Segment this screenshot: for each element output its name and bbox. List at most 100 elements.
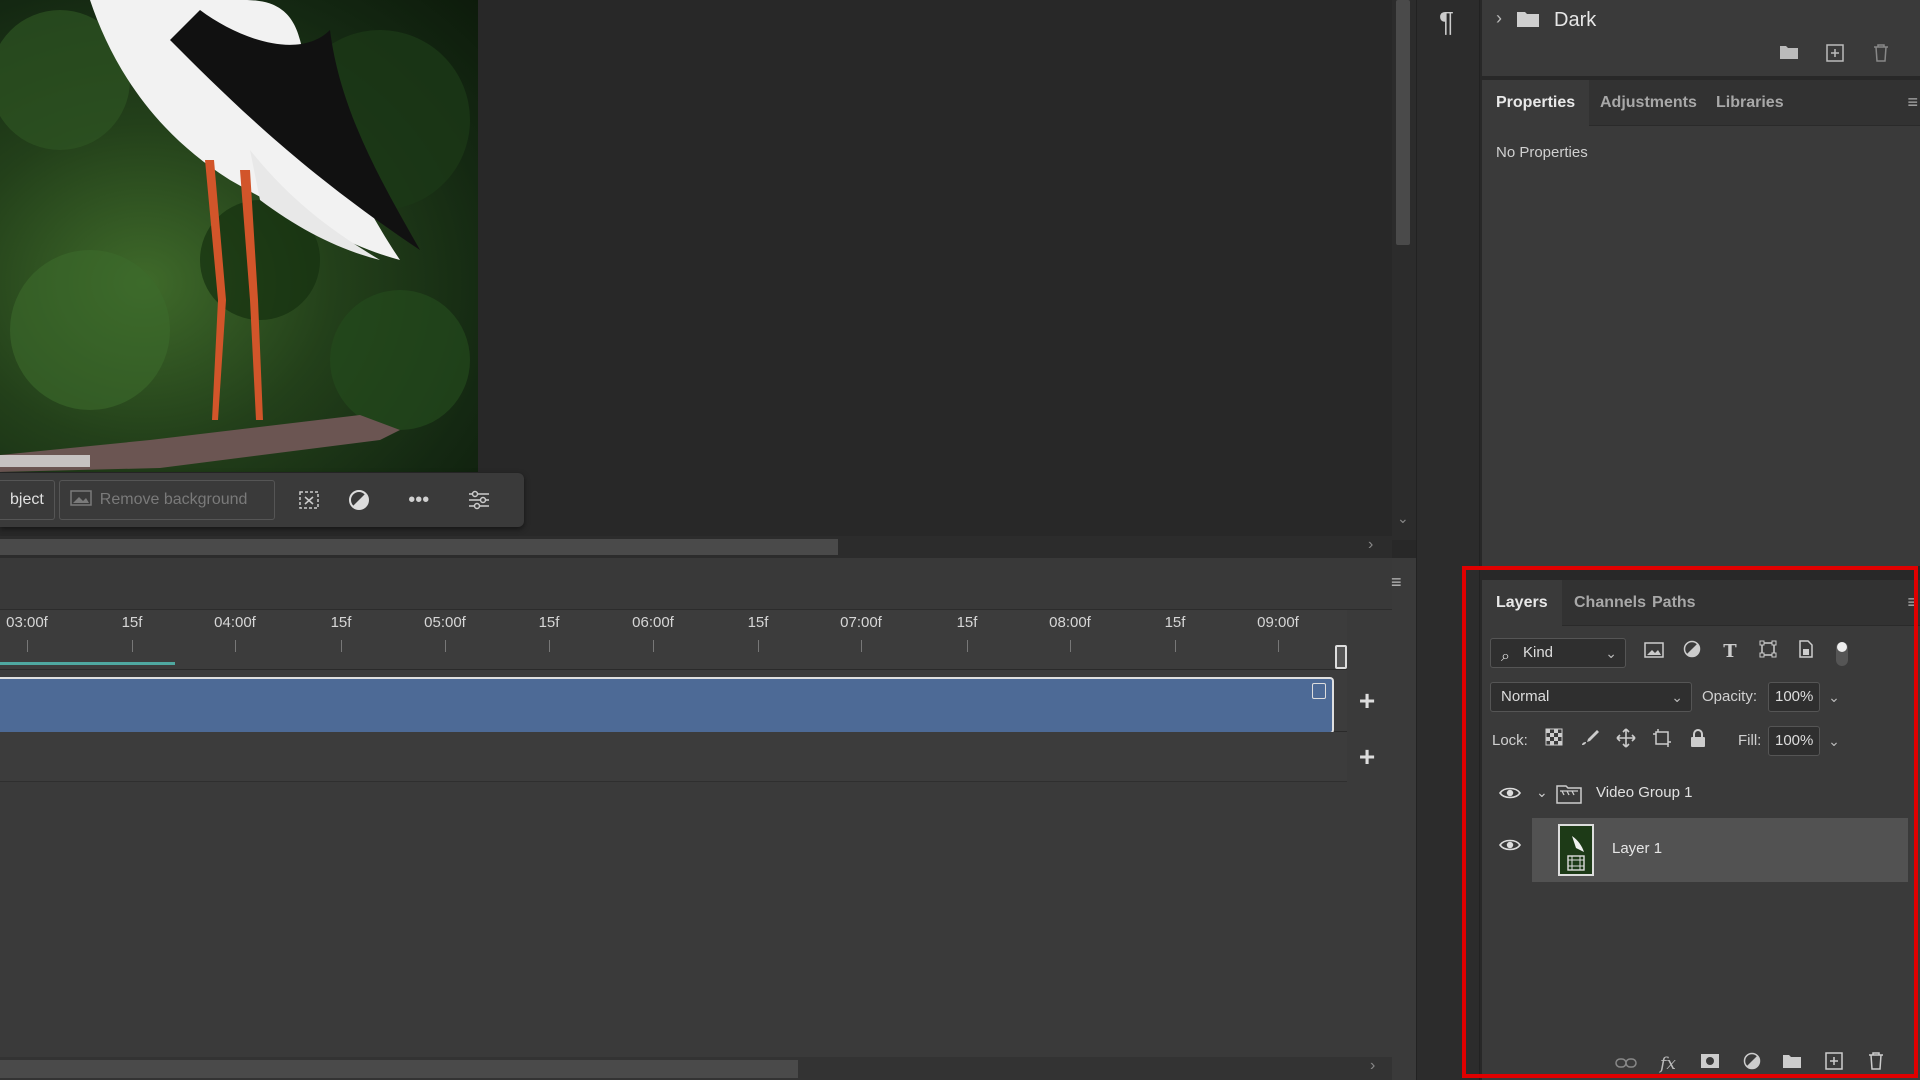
opacity-input[interactable]: 100% <box>1768 682 1820 712</box>
layer-name: Layer 1 <box>1612 840 1663 857</box>
collapsed-panel-strip: ¶ <box>1416 0 1480 1080</box>
adjustment-circle-icon[interactable] <box>339 480 379 520</box>
new-layer-icon[interactable] <box>1822 1052 1846 1076</box>
add-audio-button[interactable]: + <box>1352 742 1382 772</box>
layers-panel: Layers Channels Paths ≡ ⌕ Kind ⌄ T Norma… <box>1482 580 1920 1080</box>
document-canvas[interactable]: bject Remove background ••• <box>0 0 1392 540</box>
add-media-button[interactable]: + <box>1352 686 1382 716</box>
timeline-horizontal-scrollbar[interactable]: › <box>0 1057 1392 1080</box>
properties-body: No Properties <box>1482 126 1920 566</box>
timeline-scroll-thumb[interactable] <box>0 1060 798 1078</box>
tab-adjustments[interactable]: Adjustments <box>1586 80 1711 126</box>
layer-row-video-group[interactable]: ⌄ Video Group 1 <box>1482 770 1906 818</box>
fill-input[interactable]: 100% <box>1768 726 1820 756</box>
timeline-scroll-right-icon[interactable]: › <box>1370 1057 1375 1075</box>
ruler-label: 15f <box>121 614 143 631</box>
ruler-label: 07:00f <box>840 614 882 631</box>
audio-track <box>0 732 1347 782</box>
layers-tab-bar: Layers Channels Paths ≡ <box>1482 580 1920 626</box>
pixel-layer-filter-icon[interactable] <box>1642 640 1666 664</box>
canvas-horizontal-scrollbar[interactable]: › <box>0 536 1392 558</box>
work-area-bar[interactable] <box>0 662 175 665</box>
ruler-label: 04:00f <box>214 614 256 631</box>
ruler-label: 15f <box>330 614 352 631</box>
type-layer-filter-icon[interactable]: T <box>1718 640 1742 664</box>
ruler-label: 15f <box>747 614 769 631</box>
panel-menu-icon[interactable]: ≡ <box>1907 592 1918 613</box>
time-ruler[interactable]: 03:00f 15f 04:00f 15f 05:00f 15f 06:00f … <box>0 610 1347 670</box>
lock-image-pixels-icon[interactable] <box>1578 728 1602 752</box>
opacity-dropdown-icon[interactable]: ⌄ <box>1824 682 1844 712</box>
swatch-folder-label: Dark <box>1554 9 1597 31</box>
visibility-eye-icon[interactable] <box>1496 784 1524 804</box>
horizontal-scroll-thumb[interactable] <box>0 539 838 555</box>
blend-row: Normal ⌄ Opacity: 100% ⌄ <box>1482 682 1920 716</box>
chevron-down-icon: ⌄ <box>1671 689 1683 705</box>
select-subject-button[interactable]: bject <box>0 480 55 520</box>
lock-artboard-icon[interactable] <box>1650 728 1674 752</box>
delete-layer-icon[interactable] <box>1864 1052 1888 1076</box>
layer-name: Video Group 1 <box>1596 784 1693 801</box>
ruler-label: 03:00f <box>6 614 48 631</box>
layer-effects-fx-icon[interactable]: fx <box>1656 1052 1680 1076</box>
blend-mode-select[interactable]: Normal ⌄ <box>1490 682 1692 712</box>
link-layers-icon[interactable] <box>1614 1052 1638 1076</box>
new-group-icon[interactable] <box>1780 1052 1804 1076</box>
delete-swatch-icon[interactable] <box>1870 44 1892 66</box>
new-swatch-icon[interactable] <box>1824 44 1846 66</box>
contextual-task-bar: bject Remove background ••• <box>0 473 524 527</box>
remove-background-button[interactable]: Remove background <box>58 480 275 520</box>
video-group-folder-icon <box>1556 785 1582 804</box>
tab-paths[interactable]: Paths <box>1638 580 1710 626</box>
shape-layer-filter-icon[interactable] <box>1756 640 1780 664</box>
fill-label: Fill: <box>1738 732 1762 749</box>
scroll-down-arrow-icon[interactable]: ⌄ <box>1397 510 1409 527</box>
lock-row: Lock: Fill: 100% ⌄ <box>1482 726 1920 760</box>
fill-dropdown-icon[interactable]: ⌄ <box>1824 726 1844 756</box>
stork-image <box>0 0 470 472</box>
crop-select-icon[interactable] <box>289 480 329 520</box>
work-area-end-handle[interactable] <box>1335 645 1347 669</box>
filter-kind-select[interactable]: ⌕ Kind ⌄ <box>1490 638 1626 668</box>
timeline-header <box>0 558 1392 610</box>
swatch-folder-row[interactable]: › Dark <box>1482 0 1920 40</box>
paragraph-icon[interactable]: ¶ <box>1439 6 1454 38</box>
swatch-actions <box>1482 40 1920 76</box>
properties-tab-bar: Properties Adjustments Libraries ≡ <box>1482 80 1920 126</box>
layer-row-layer-1[interactable]: Layer 1 <box>1532 818 1908 882</box>
lock-transparent-pixels-icon[interactable] <box>1542 728 1566 752</box>
vertical-scroll-thumb[interactable] <box>1396 0 1410 245</box>
filter-toggle-switch[interactable] <box>1836 642 1848 666</box>
settings-sliders-icon[interactable] <box>459 480 499 520</box>
chevron-down-icon[interactable]: ⌄ <box>1536 784 1548 801</box>
video-track-1 <box>0 670 1347 734</box>
new-adjustment-layer-icon[interactable] <box>1740 1052 1764 1076</box>
ruler-label: 05:00f <box>424 614 466 631</box>
visibility-eye-icon[interactable] <box>1496 836 1524 856</box>
tab-layers[interactable]: Layers <box>1482 580 1562 626</box>
folder-icon <box>1517 12 1539 27</box>
layer-thumbnail <box>1558 824 1594 876</box>
clip-transition-icon[interactable] <box>1312 683 1326 699</box>
scroll-right-arrow-icon[interactable]: › <box>1368 536 1373 554</box>
tab-properties[interactable]: Properties <box>1482 80 1590 126</box>
new-group-folder-icon[interactable] <box>1778 44 1800 66</box>
ruler-label: 15f <box>538 614 560 631</box>
search-icon: ⌕ <box>1501 648 1510 665</box>
lock-position-icon[interactable] <box>1614 728 1638 752</box>
video-clip[interactable] <box>0 677 1334 734</box>
ruler-label: 08:00f <box>1049 614 1091 631</box>
ruler-label: 09:00f <box>1257 614 1299 631</box>
timeline-menu-icon[interactable]: ≡ <box>1391 572 1402 593</box>
select-subject-label: bject <box>10 491 44 508</box>
chevron-right-icon[interactable]: › <box>1496 8 1502 29</box>
smart-object-filter-icon[interactable] <box>1794 640 1818 664</box>
chevron-down-icon: ⌄ <box>1605 645 1617 661</box>
more-options-icon[interactable]: ••• <box>399 480 439 520</box>
canvas-vertical-scrollbar[interactable]: ⌄ <box>1392 0 1416 540</box>
adjustment-layer-filter-icon[interactable] <box>1680 640 1704 664</box>
add-layer-mask-icon[interactable] <box>1698 1052 1722 1076</box>
lock-all-icon[interactable] <box>1686 728 1710 752</box>
tab-libraries[interactable]: Libraries <box>1702 80 1798 126</box>
panel-menu-icon[interactable]: ≡ <box>1907 92 1918 113</box>
